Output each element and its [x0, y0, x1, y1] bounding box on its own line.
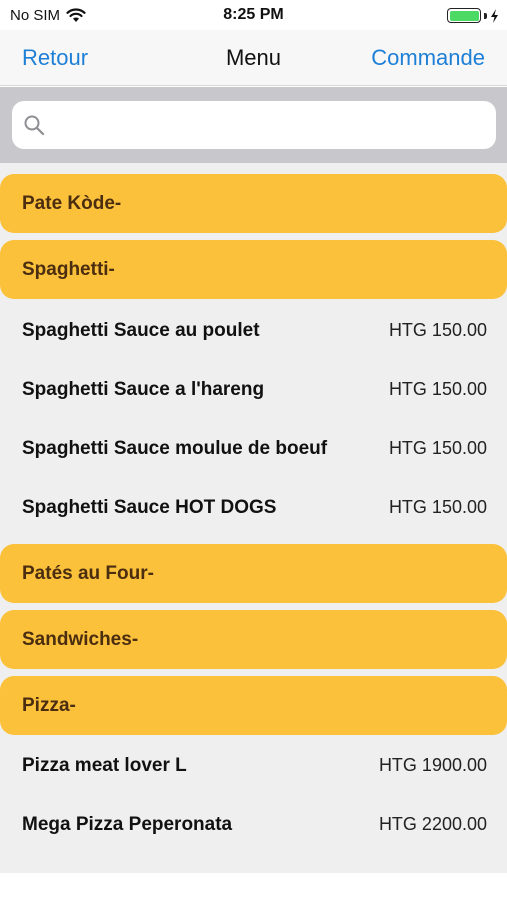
- navigation-bar: Retour Menu Commande: [0, 30, 507, 86]
- category-label: Patés au Four-: [22, 563, 154, 584]
- menu-item[interactable]: Spaghetti Sauce moulue de boeuf HTG 150.…: [0, 419, 507, 478]
- menu-item[interactable]: Spaghetti Sauce a l'hareng HTG 150.00: [0, 360, 507, 419]
- battery-icon: [447, 8, 481, 23]
- order-button[interactable]: Commande: [371, 45, 485, 71]
- status-time: 8:25 PM: [223, 6, 284, 23]
- item-price: HTG 150.00: [388, 497, 487, 517]
- item-name: Pizza meat lover L: [22, 755, 187, 776]
- category-pates-au-four[interactable]: Patés au Four-: [0, 544, 507, 603]
- item-name: Spaghetti Sauce au poulet: [22, 320, 260, 341]
- category-label: Pizza-: [22, 695, 76, 716]
- item-name: Spaghetti Sauce HOT DOGS: [22, 497, 277, 518]
- menu-item[interactable]: Spaghetti Sauce au poulet HTG 150.00: [0, 301, 507, 360]
- menu-item[interactable]: Mega Pizza Peperonata HTG 2200.00: [0, 795, 507, 854]
- item-price: HTG 150.00: [388, 379, 487, 399]
- category-sandwiches[interactable]: Sandwiches-: [0, 610, 507, 669]
- category-label: Spaghetti-: [22, 259, 115, 280]
- menu-item[interactable]: Pizza meat lover L HTG 1900.00: [0, 736, 507, 795]
- category-pizza[interactable]: Pizza-: [0, 676, 507, 735]
- status-right: [447, 8, 499, 23]
- item-name: Spaghetti Sauce moulue de boeuf: [22, 438, 328, 459]
- battery-level: [449, 10, 479, 21]
- item-price: HTG 1900.00: [378, 755, 487, 775]
- battery-tip: [484, 12, 487, 19]
- search-area: [0, 87, 507, 163]
- status-bar: No SIM 8:25 PM: [0, 0, 507, 30]
- category-label: Pate Kòde-: [22, 193, 122, 214]
- category-pate-kode[interactable]: Pate Kòde-: [0, 174, 507, 233]
- search-icon: [24, 115, 45, 136]
- item-name: Spaghetti Sauce a l'hareng: [22, 379, 265, 400]
- search-input[interactable]: [56, 101, 486, 149]
- category-spaghetti[interactable]: Spaghetti-: [0, 240, 507, 299]
- bottom-area: [0, 873, 507, 900]
- item-price: HTG 150.00: [388, 320, 487, 340]
- item-price: HTG 2200.00: [378, 814, 487, 834]
- item-name: Mega Pizza Peperonata: [22, 814, 233, 835]
- search-field[interactable]: [12, 101, 496, 149]
- menu-item[interactable]: Spaghetti Sauce HOT DOGS HTG 150.00: [0, 478, 507, 537]
- menu-list: Pate Kòde- Spaghetti- Spaghetti Sauce au…: [0, 163, 507, 873]
- item-price: HTG 150.00: [388, 438, 487, 458]
- charging-bolt-icon: [491, 8, 498, 23]
- category-label: Sandwiches-: [22, 629, 139, 650]
